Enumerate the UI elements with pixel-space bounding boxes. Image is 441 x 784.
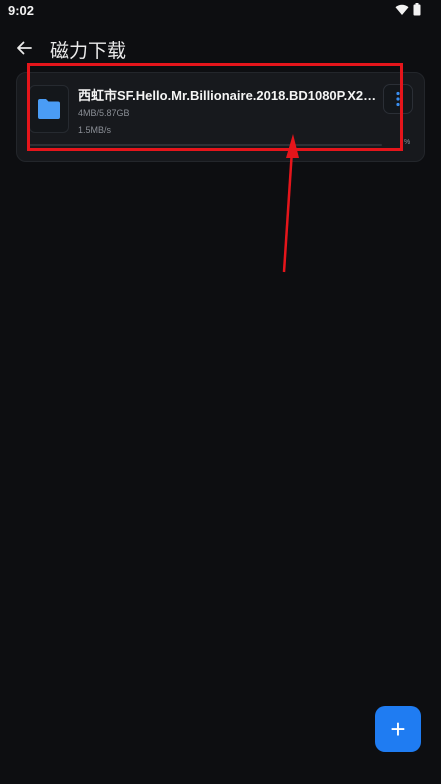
folder-icon: [38, 99, 60, 119]
download-item-card[interactable]: 西虹市SF.Hello.Mr.Billionaire.2018.BD1080P.…: [16, 72, 425, 162]
more-options-button[interactable]: [383, 84, 413, 114]
status-icons: [395, 3, 421, 16]
download-speed: 1.5MB/s: [78, 125, 112, 135]
folder-tile: [29, 85, 69, 133]
status-bar: 9:02: [0, 0, 441, 20]
arrow-left-icon: [17, 41, 32, 55]
file-name: 西虹市SF.Hello.Mr.Billionaire.2018.BD1080P.…: [78, 88, 381, 103]
plus-icon: +: [390, 714, 406, 744]
app-bar: 磁力下载: [0, 28, 441, 68]
more-vertical-icon: [396, 91, 400, 107]
back-button[interactable]: [12, 36, 36, 60]
battery-icon: [413, 3, 421, 16]
status-time: 9:02: [8, 3, 35, 18]
page-title: 磁力下载: [50, 41, 127, 62]
progress-bar: [29, 144, 382, 146]
wifi-icon: [395, 4, 409, 15]
add-download-button[interactable]: +: [375, 706, 421, 752]
progress-percent: %: [404, 139, 411, 146]
file-size: 4MB/5.87GB: [78, 108, 130, 118]
